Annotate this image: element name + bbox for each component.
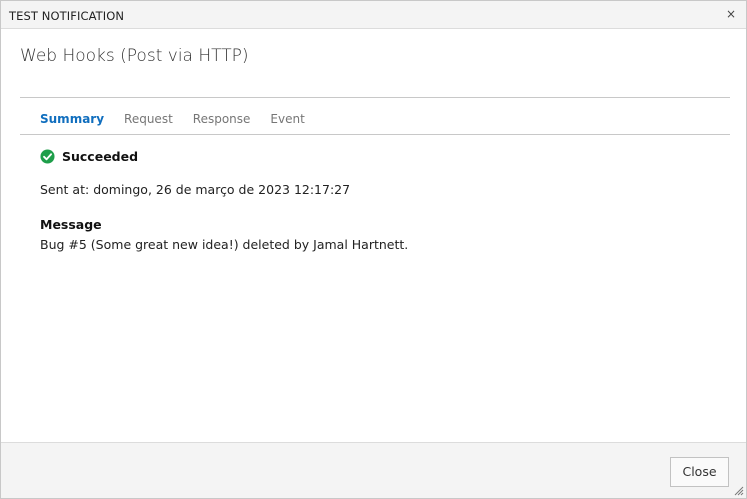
tab-request[interactable]: Request (114, 111, 183, 129)
dialog-titlebar: TEST NOTIFICATION × (1, 1, 746, 29)
close-icon[interactable]: × (724, 7, 738, 21)
header-divider (20, 97, 730, 98)
tab-summary[interactable]: Summary (30, 111, 114, 129)
status-text: Succeeded (62, 149, 139, 164)
sent-at: Sent at: domingo, 26 de março de 2023 12… (40, 182, 350, 197)
dialog-footer: Close (1, 442, 746, 498)
dialog-title: TEST NOTIFICATION (9, 9, 125, 23)
tab-response[interactable]: Response (183, 111, 261, 129)
sent-at-value: domingo, 26 de março de 2023 12:17:27 (93, 182, 351, 197)
resize-grip-icon[interactable] (732, 484, 744, 496)
sent-at-label: Sent at: (40, 182, 90, 197)
message-heading: Message (40, 217, 102, 232)
tabs-divider (20, 134, 730, 135)
check-circle-icon (40, 149, 55, 164)
message-text: Bug #5 (Some great new idea!) deleted by… (40, 237, 409, 252)
page-title: Web Hooks (Post via HTTP) (20, 46, 249, 66)
test-notification-dialog: TEST NOTIFICATION × Web Hooks (Post via … (0, 0, 747, 499)
tab-bar: Summary Request Response Event (30, 111, 315, 133)
status-row: Succeeded (40, 149, 138, 164)
close-button[interactable]: Close (670, 457, 729, 487)
tab-event[interactable]: Event (260, 111, 314, 129)
